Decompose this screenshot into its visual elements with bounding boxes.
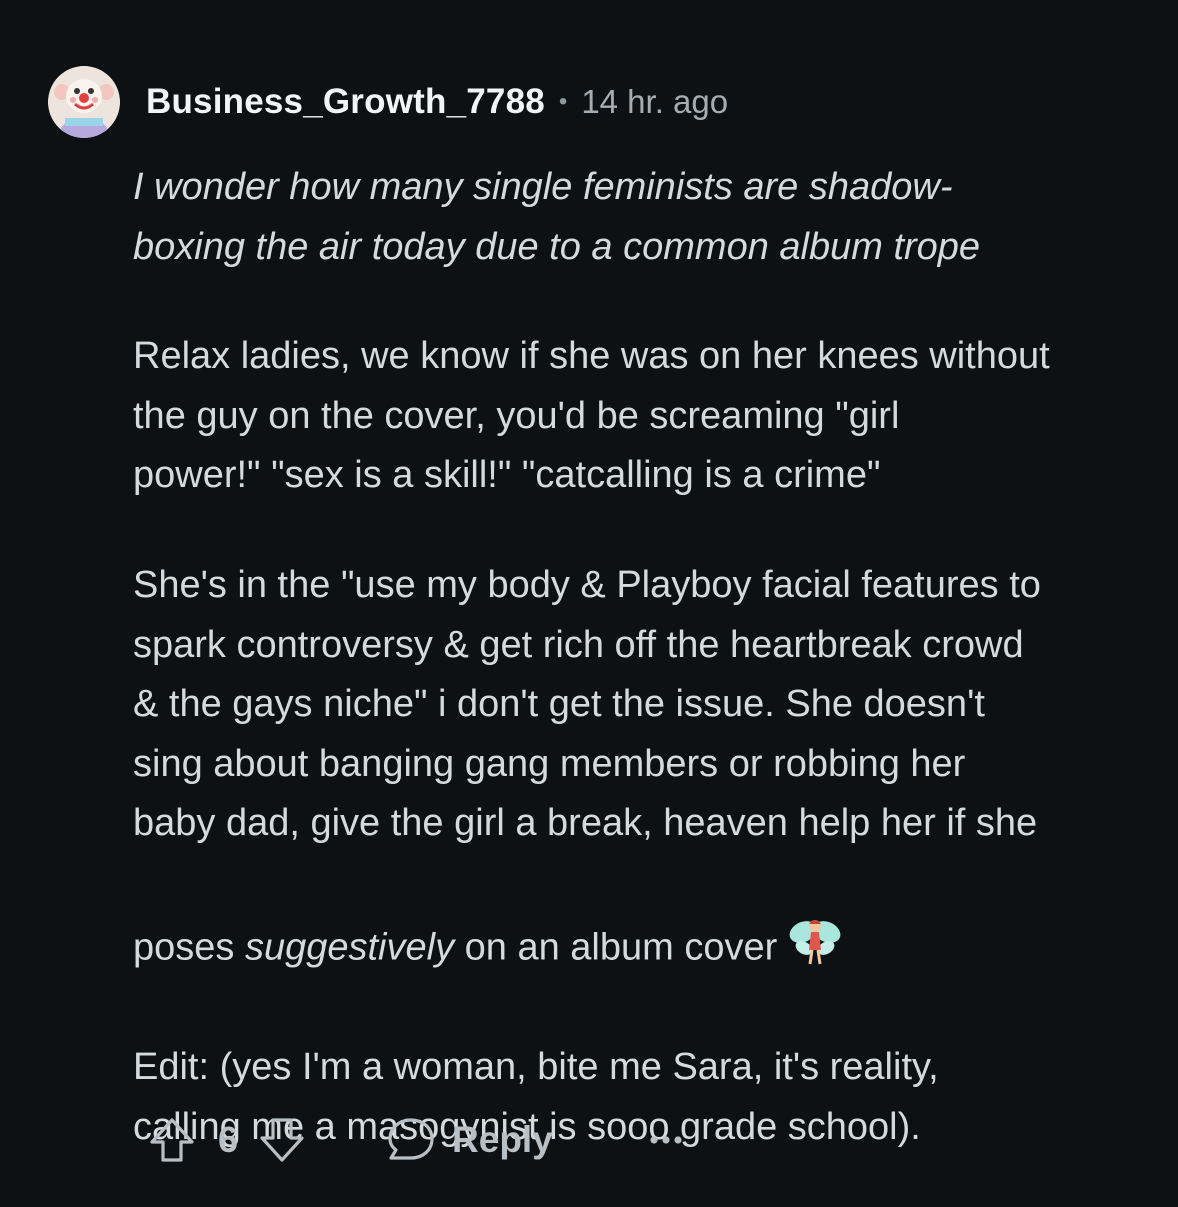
- reply-label: Reply: [452, 1119, 553, 1160]
- reply-button[interactable]: Reply: [386, 1116, 553, 1164]
- fairy-emoji-icon: [787, 854, 843, 988]
- upvote-arrow-icon[interactable]: [148, 1116, 196, 1164]
- comment-body: I wonder how many single feminists are s…: [133, 158, 1178, 1207]
- comment-actions: 6 Reply: [148, 1108, 683, 1172]
- comment-paragraph-3: She's in the "use my body & Playboy faci…: [133, 556, 1178, 988]
- comment: Business_Growth_7788 • 14 hr. ago I wond…: [0, 0, 1178, 1193]
- username[interactable]: Business_Growth_7788: [146, 82, 545, 122]
- speech-bubble-icon: [386, 1116, 436, 1164]
- meta-separator: •: [558, 88, 568, 115]
- timestamp: 14 hr. ago: [581, 83, 729, 120]
- emphasis-text: suggestively: [244, 926, 455, 969]
- comment-paragraph-1: I wonder how many single feminists are s…: [133, 166, 981, 268]
- avatar[interactable]: [48, 66, 120, 138]
- comment-header: Business_Growth_7788 • 14 hr. ago: [48, 66, 728, 138]
- clown-avatar-icon: [48, 66, 120, 138]
- ellipsis-icon[interactable]: [649, 1134, 683, 1146]
- vote-score: 6: [218, 1119, 239, 1160]
- comment-paragraph-2: Relax ladies, we know if she was on her …: [133, 335, 1050, 497]
- downvote-arrow-icon[interactable]: [258, 1116, 306, 1164]
- paragraph-3-text: She's in the "use my body & Playboy faci…: [133, 563, 1041, 969]
- paragraph-3-tail: on an album cover: [454, 926, 778, 969]
